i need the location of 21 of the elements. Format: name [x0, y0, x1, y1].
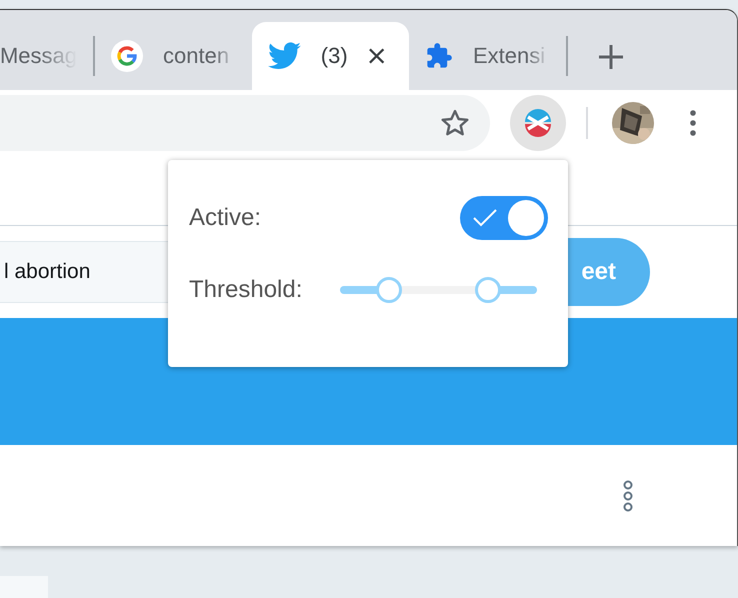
active-label: Active:: [189, 204, 262, 232]
tab-title: Extensi: [473, 43, 546, 69]
bird-icon: [268, 42, 301, 70]
slider-thumb[interactable]: [474, 277, 501, 303]
tab-title: conten: [163, 43, 230, 69]
browser-tab[interactable]: conten: [95, 22, 252, 90]
active-toggle[interactable]: [460, 196, 548, 240]
threshold-slider[interactable]: [340, 277, 537, 303]
browser-tab[interactable]: Extensi: [409, 22, 566, 90]
extension-logo-icon: [524, 108, 552, 136]
browser-tab[interactable]: (3): [252, 22, 409, 90]
menu-icon[interactable]: [690, 110, 696, 136]
check-icon: [472, 208, 498, 228]
slider-thumb[interactable]: [376, 277, 402, 303]
new-tab-icon[interactable]: [598, 44, 624, 70]
more-icon[interactable]: [623, 480, 633, 512]
close-icon[interactable]: [368, 47, 385, 65]
g-logo-icon: [111, 40, 143, 72]
puzzle-icon: [425, 42, 453, 70]
star-icon[interactable]: [440, 108, 470, 138]
tab-title: (3): [320, 43, 348, 69]
